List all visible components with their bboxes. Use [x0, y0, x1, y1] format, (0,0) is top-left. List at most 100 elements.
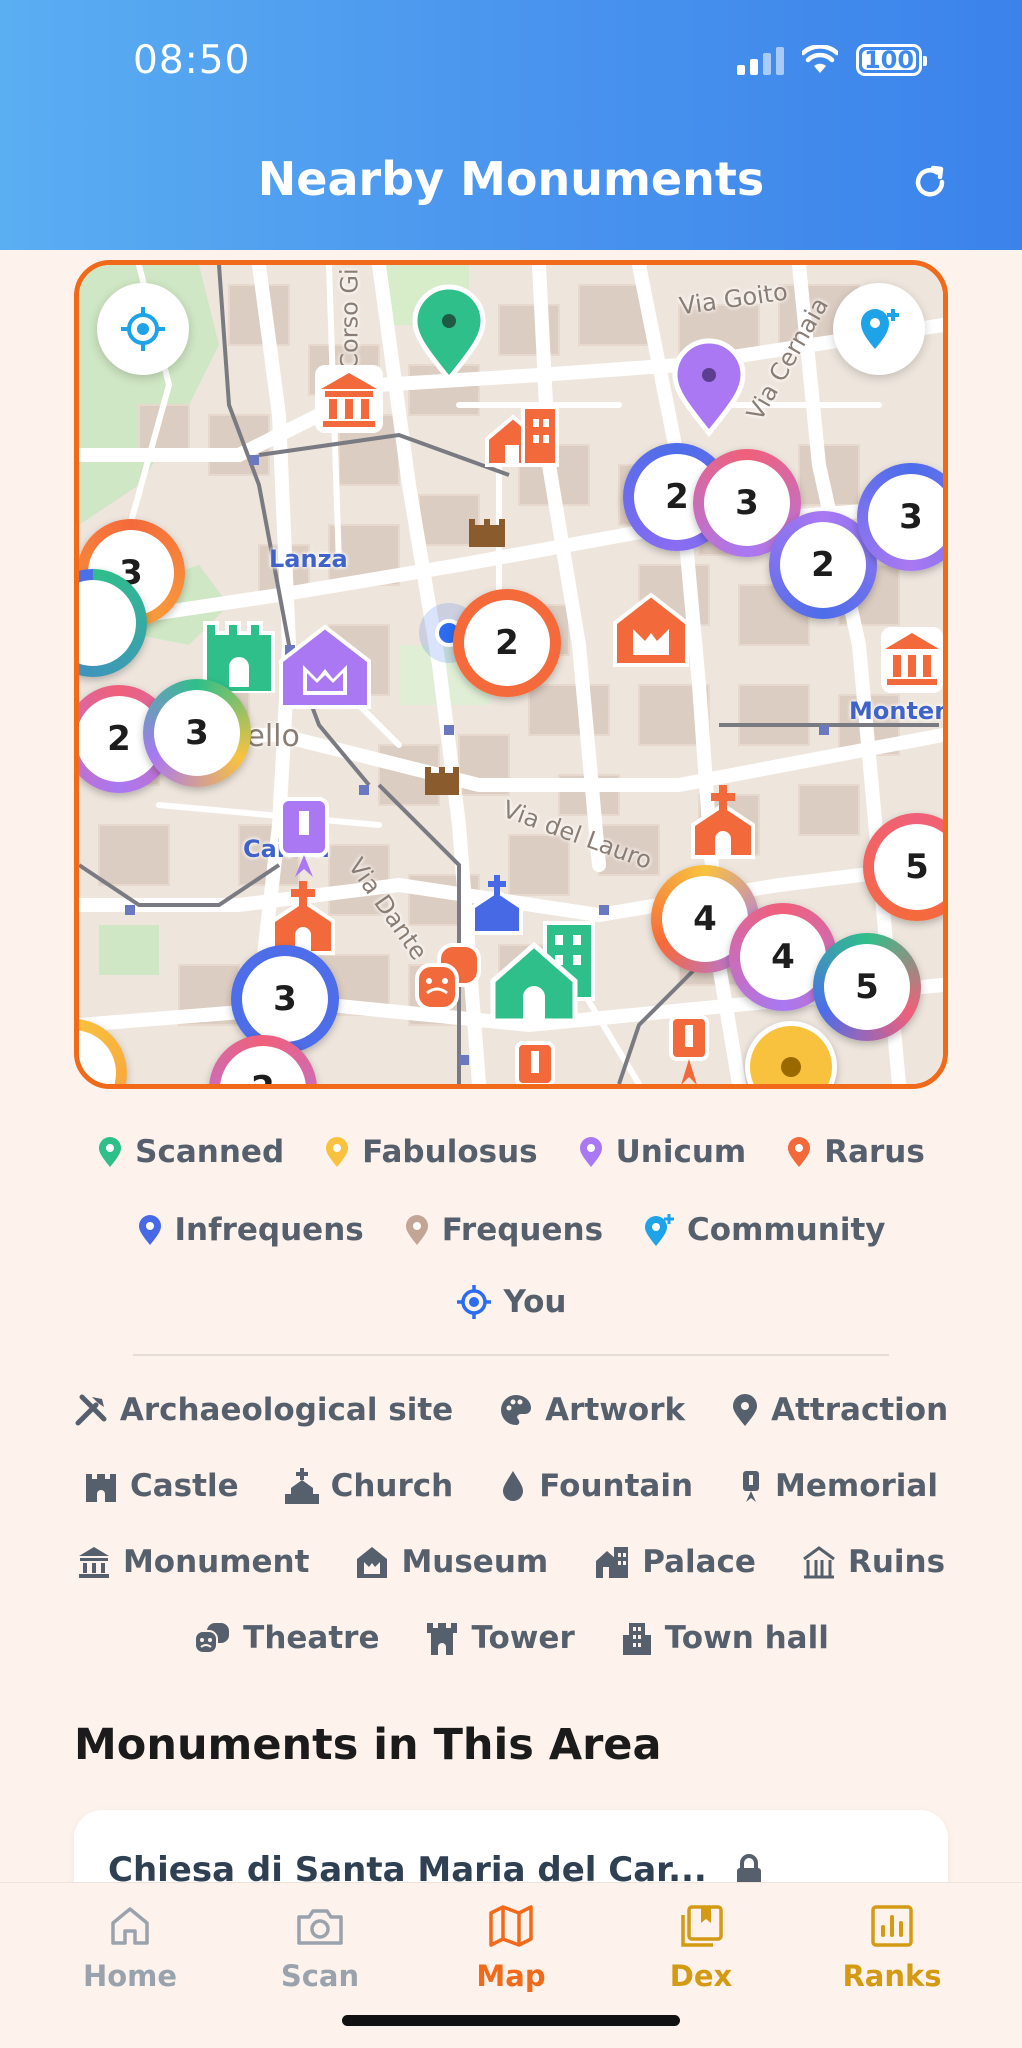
pin-icon: [138, 1215, 161, 1245]
type-legend-row4: Theatre Tower Town hall: [0, 1618, 1022, 1658]
nav-home-label: Home: [82, 1959, 178, 1993]
nav-scan-label: Scan: [280, 1959, 360, 1993]
nav-home[interactable]: Home: [55, 1903, 205, 1993]
type-legend-row1: Archaeological site Artwork Attraction: [0, 1390, 1022, 1430]
signal-icon: [737, 45, 784, 75]
section-title: Monuments in This Area: [74, 1720, 662, 1770]
legend-rarus: Rarus: [786, 1132, 925, 1172]
page-title: Nearby Monuments: [257, 152, 765, 206]
castle-icon: [86, 1474, 117, 1502]
tower-icon: [427, 1623, 458, 1655]
pin-icon: [99, 1137, 122, 1167]
ruins-icon: [803, 1546, 835, 1579]
legend-church: Church: [284, 1466, 453, 1506]
legend-unicum: Unicum: [578, 1132, 746, 1172]
crosshair-icon: [456, 1285, 491, 1319]
home-indicator: [342, 2015, 680, 2026]
legend-monument: Monument: [77, 1542, 309, 1582]
monument-icon: [78, 1547, 109, 1578]
legend-theatre: Theatre: [193, 1618, 379, 1658]
drop-icon: [503, 1471, 524, 1501]
legend-archaeological-site: Archaeological site: [74, 1390, 453, 1430]
theatre-icon: [194, 1623, 230, 1654]
cluster-marker[interactable]: 5: [813, 933, 921, 1041]
pin-icon: [326, 1137, 349, 1167]
bar-chart-icon: [871, 1905, 913, 1947]
pin-icon: [579, 1137, 602, 1167]
tools-icon: [75, 1394, 107, 1426]
townhall-icon: [622, 1623, 651, 1655]
battery-level: 100: [863, 46, 915, 74]
camera-icon: [297, 1909, 343, 1945]
museum-icon: [357, 1547, 388, 1578]
monument-edge-marker[interactable]: [879, 625, 945, 695]
legend-frequens: Frequens: [404, 1210, 603, 1250]
locate-me-button[interactable]: [97, 283, 189, 375]
add-pin-icon: [645, 1214, 675, 1246]
museum-marker[interactable]: [277, 621, 373, 711]
church-right-marker[interactable]: [685, 781, 761, 861]
pin-icon: [788, 1137, 811, 1167]
crosshair-icon: [121, 307, 165, 351]
legend-palace: Palace: [594, 1542, 756, 1582]
scanned-pin-marker[interactable]: [409, 283, 489, 383]
palace-icon: [596, 1547, 629, 1578]
legend-tower: Tower: [425, 1618, 575, 1658]
map-label-lanza: Lanza: [269, 545, 348, 573]
memorial-icon: [743, 1471, 760, 1502]
monument-map[interactable]: Lanza Corso Gi Via Goito Via Cernaia ste…: [74, 260, 948, 1089]
legend-memorial: Memorial: [739, 1466, 938, 1506]
legend-ruins: Ruins: [802, 1542, 945, 1582]
map-icon: [489, 1905, 533, 1947]
nav-ranks[interactable]: Ranks: [817, 1903, 967, 1993]
legend-scanned: Scanned: [97, 1132, 284, 1172]
memorial-bottom-marker[interactable]: [513, 1039, 557, 1089]
nav-map-label: Map: [476, 1959, 546, 1993]
palette-icon: [501, 1395, 532, 1425]
legend-fabulosus: Fabulosus: [324, 1132, 538, 1172]
wifi-icon: [802, 45, 838, 73]
unicum-pin-marker[interactable]: [669, 337, 749, 437]
add-pin-icon: [861, 309, 899, 349]
home-icon: [111, 1907, 149, 1945]
status-time: 08:50: [133, 38, 251, 83]
nav-dex[interactable]: Dex: [626, 1903, 776, 1993]
app-header: 08:50 100 Nearby Monuments: [0, 0, 1022, 250]
theatre-marker[interactable]: [413, 941, 483, 1013]
pin-icon: [733, 1394, 758, 1426]
rarity-legend-row3: You: [0, 1282, 1022, 1322]
nav-map[interactable]: Map: [436, 1903, 586, 1993]
map-label-corso: Corso Gi: [335, 268, 364, 370]
nav-ranks-label: Ranks: [842, 1959, 942, 1993]
refresh-icon[interactable]: [908, 160, 952, 204]
legend-town-hall: Town hall: [621, 1618, 829, 1658]
church-blue-marker[interactable]: [467, 873, 527, 937]
pin-icon: [405, 1215, 428, 1245]
museum-orange-marker[interactable]: [611, 589, 691, 669]
palace-green-marker[interactable]: [489, 937, 579, 1025]
palace-marker[interactable]: [483, 399, 563, 469]
legend-museum: Museum: [355, 1542, 548, 1582]
legend-you: You: [456, 1282, 566, 1322]
church-icon: [284, 1468, 319, 1504]
monument-marker[interactable]: [313, 363, 385, 435]
type-legend-row3: Monument Museum Palace Ruins: [0, 1542, 1022, 1582]
cluster-marker[interactable]: 3: [143, 679, 251, 787]
memorial-bottom-right-marker[interactable]: [667, 1013, 711, 1089]
legend-castle: Castle: [84, 1466, 239, 1506]
legend-infrequens: Infrequens: [137, 1210, 364, 1250]
rarity-legend: Scanned Fabulosus Unicum Rarus: [0, 1132, 1022, 1172]
legend-fountain: Fountain: [499, 1466, 693, 1506]
legend-community: Community: [643, 1210, 885, 1250]
cluster-marker[interactable]: 2: [453, 589, 561, 697]
type-legend-row2: Castle Church Fountain Memorial: [0, 1466, 1022, 1506]
memorial-marker[interactable]: [277, 795, 331, 881]
battery-icon: 100: [856, 44, 927, 76]
rarity-legend-row2: Infrequens Frequens Community: [0, 1210, 1022, 1250]
nav-dex-label: Dex: [669, 1959, 733, 1993]
nav-scan[interactable]: Scan: [245, 1903, 395, 1993]
legend-attraction: Attraction: [731, 1390, 948, 1430]
add-community-pin-button[interactable]: [833, 283, 925, 375]
map-label-montene: Montene: [849, 697, 943, 725]
legend-divider: [133, 1354, 889, 1356]
